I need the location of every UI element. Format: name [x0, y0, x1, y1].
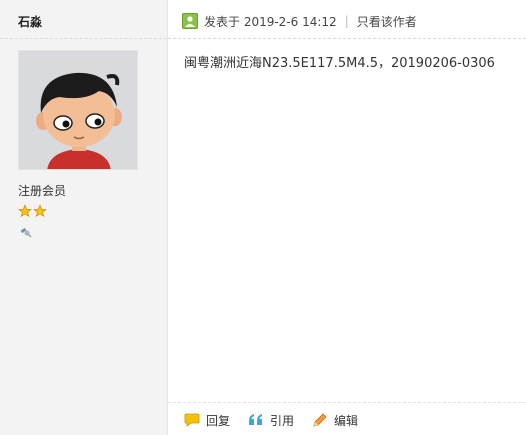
- avatar[interactable]: [18, 50, 138, 170]
- post-time: 发表于 2019-2-6 14:12: [204, 14, 337, 29]
- only-author-link[interactable]: 只看该作者: [357, 13, 417, 30]
- post-content: 发表于 2019-2-6 14:12 | 只看该作者 闽粤潮洲近海N23.5E1…: [168, 0, 526, 435]
- rank-stars: [18, 204, 47, 218]
- divider: [168, 38, 526, 39]
- online-status-icon: [182, 13, 198, 29]
- post-message: 闽粤潮洲近海N23.5E117.5M4.5，20190206-0306: [184, 56, 495, 71]
- edit-button[interactable]: 编辑: [312, 412, 358, 429]
- cartoon-boy-avatar-icon: [19, 51, 137, 169]
- reply-label: 回复: [206, 413, 231, 428]
- satellite-medal-icon[interactable]: [20, 226, 32, 241]
- star-icon: [18, 204, 32, 218]
- quote-icon: [249, 414, 263, 425]
- reply-button[interactable]: 回复: [184, 412, 230, 429]
- star-icon: [33, 204, 47, 218]
- edit-label: 编辑: [334, 413, 359, 428]
- speech-bubble-icon: [184, 413, 200, 427]
- author-sidebar: 石淼 注册会员: [0, 0, 168, 435]
- forum-post: 石淼 注册会员 发表于 2019-2-6 14:12 | 只看该作者 闽粤潮洲近…: [0, 0, 526, 435]
- divider: [0, 38, 167, 39]
- user-group-label[interactable]: 注册会员: [18, 182, 66, 199]
- divider: [168, 402, 526, 403]
- author-name[interactable]: 石淼: [18, 13, 42, 30]
- quote-button[interactable]: 引用: [248, 412, 294, 429]
- post-meta: 发表于 2019-2-6 14:12 | 只看该作者: [182, 12, 417, 30]
- quote-label: 引用: [270, 413, 295, 428]
- meta-pipe: |: [344, 14, 349, 28]
- post-actions: 回复 引用 编辑: [184, 410, 376, 430]
- pencil-icon: [313, 413, 327, 427]
